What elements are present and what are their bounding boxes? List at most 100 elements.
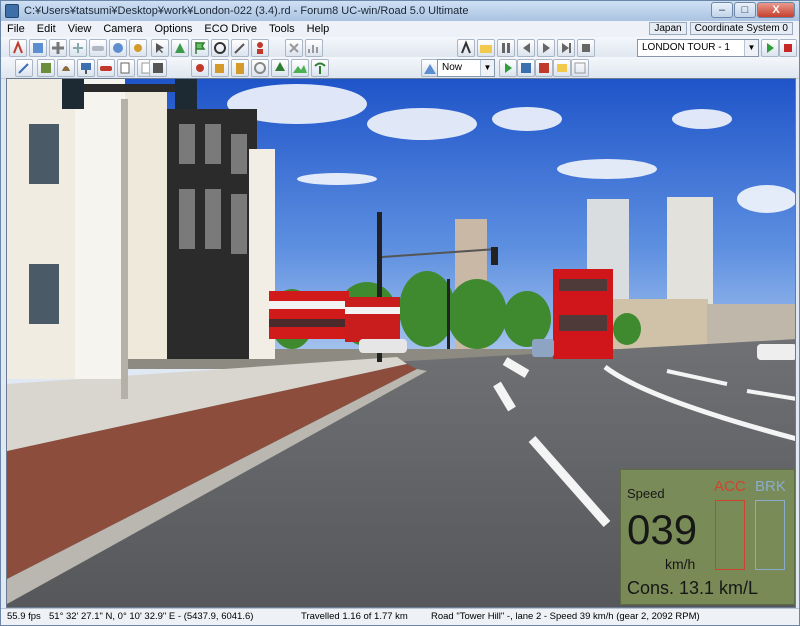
edit-tool-icon[interactable] xyxy=(15,59,33,77)
open-folder-icon[interactable] xyxy=(477,39,495,57)
red-bus xyxy=(345,297,400,342)
coordinate-system-button[interactable]: Coordinate System 0 xyxy=(689,22,793,35)
chevron-down-icon: ▼ xyxy=(744,40,758,56)
record-tool-icon[interactable] xyxy=(535,59,553,77)
maximize-button[interactable]: □ xyxy=(734,2,756,18)
brk-gauge xyxy=(755,500,785,570)
fps-readout: 55.9 fps xyxy=(7,611,41,622)
stop-scenario-icon[interactable] xyxy=(779,39,797,57)
title-bar: C:¥Users¥tatsumi¥Desktop¥work¥London-022… xyxy=(1,1,799,21)
window-controls: – □ X xyxy=(711,2,795,18)
rotate-tool-icon[interactable] xyxy=(251,59,269,77)
building-tool-icon[interactable] xyxy=(231,59,249,77)
lamp-head xyxy=(175,79,197,109)
play-sim-icon[interactable] xyxy=(499,59,517,77)
bell-tool-icon[interactable] xyxy=(57,59,75,77)
fuel-consumption: Cons. 13.1 km/L xyxy=(627,578,759,598)
app-window: C:¥Users¥tatsumi¥Desktop¥work¥London-022… xyxy=(0,0,800,626)
rewind-button-icon[interactable] xyxy=(517,39,535,57)
menu-edit[interactable]: Edit xyxy=(31,23,62,35)
bus-windows xyxy=(269,301,349,309)
run-scenario-icon[interactable] xyxy=(761,39,779,57)
delete-tool-icon[interactable] xyxy=(285,39,303,57)
bus-windows xyxy=(559,279,607,291)
toolbar-row-1: LONDON TOUR - 1 ▼ xyxy=(1,37,799,59)
red-bus xyxy=(269,291,349,339)
stop-button-icon[interactable] xyxy=(577,39,595,57)
car xyxy=(532,339,554,357)
sign-tool-icon[interactable] xyxy=(77,59,95,77)
cross-tool-icon[interactable] xyxy=(69,39,87,57)
play-button-icon[interactable] xyxy=(537,39,555,57)
traffic-tool-icon[interactable] xyxy=(191,59,209,77)
flag-tool-icon[interactable] xyxy=(191,39,209,57)
menu-eco-drive[interactable]: ECO Drive xyxy=(198,23,263,35)
move-tool-icon[interactable] xyxy=(109,39,127,57)
traffic-signal xyxy=(491,247,498,265)
menu-options[interactable]: Options xyxy=(148,23,198,35)
lamp-head xyxy=(62,79,84,109)
bus-windows xyxy=(345,307,400,314)
travelled-readout: Travelled 1.16 of 1.77 km xyxy=(301,611,408,622)
white-building xyxy=(75,79,125,379)
menu-help[interactable]: Help xyxy=(301,23,336,35)
lamp-post xyxy=(121,99,128,399)
menu-tools[interactable]: Tools xyxy=(263,23,301,35)
menu-camera[interactable]: Camera xyxy=(97,23,148,35)
road-tool-icon[interactable] xyxy=(9,39,27,57)
top-right-panel: Japan Coordinate System 0 xyxy=(649,22,793,35)
pen-tool-icon[interactable] xyxy=(231,39,249,57)
minimize-button[interactable]: – xyxy=(711,2,733,18)
menu-view[interactable]: View xyxy=(62,23,98,35)
settings-tool-icon[interactable] xyxy=(129,39,147,57)
palm-tool-icon[interactable] xyxy=(311,59,329,77)
copy-tool-icon[interactable] xyxy=(117,59,135,77)
pause-button-icon[interactable] xyxy=(497,39,515,57)
intersection-tool-icon[interactable] xyxy=(49,39,67,57)
terrain-tool-icon[interactable] xyxy=(29,39,47,57)
chevron-down-icon: ▼ xyxy=(480,60,494,76)
brk-label: BRK xyxy=(755,478,786,495)
grid-tool-icon[interactable] xyxy=(571,59,589,77)
speed-unit: km/h xyxy=(665,556,696,572)
chart-tool-icon[interactable] xyxy=(305,39,323,57)
app-logo-icon xyxy=(5,4,19,18)
region-button[interactable]: Japan xyxy=(649,22,687,35)
acc-label: ACC xyxy=(714,478,746,495)
cube-tool-icon[interactable] xyxy=(211,59,229,77)
scenario-select[interactable]: LONDON TOUR - 1 ▼ xyxy=(637,39,759,57)
tree-tool-icon[interactable] xyxy=(271,59,289,77)
tudor-building xyxy=(125,89,167,359)
select-tool-icon[interactable] xyxy=(151,39,169,57)
status-bar: 55.9 fps 51° 32' 27.1" N, 0° 10' 32.9" E… xyxy=(1,608,799,625)
camera-tool-icon[interactable] xyxy=(211,39,229,57)
speed-hud: Speed 039 km/h ACC BRK Cons. 13.1 km/L xyxy=(620,469,795,605)
vehicle-tool-icon[interactable] xyxy=(89,39,107,57)
coordinate-readout: 51° 32' 27.1" N, 0° 10' 32.9" E - (5437.… xyxy=(49,611,254,622)
bus-windows xyxy=(559,315,607,331)
photo-tool-icon[interactable] xyxy=(553,59,571,77)
toolbar-row-2: Now ▼ xyxy=(1,57,799,79)
road-readout: Road "Tower Hill" -, lane 2 - Speed 39 k… xyxy=(431,611,700,622)
speed-label: Speed xyxy=(627,486,665,501)
film-tool-icon[interactable] xyxy=(149,59,167,77)
traffic-pole xyxy=(447,279,450,349)
texture-tool-icon[interactable] xyxy=(37,59,55,77)
car xyxy=(757,344,795,360)
scenario-select-value: LONDON TOUR - 1 xyxy=(642,42,730,53)
time-select[interactable]: Now ▼ xyxy=(437,59,495,77)
car-tool-icon[interactable] xyxy=(97,59,115,77)
close-button[interactable]: X xyxy=(757,2,795,18)
drive-tool-icon[interactable] xyxy=(517,59,535,77)
acc-gauge xyxy=(715,500,745,570)
menu-file[interactable]: File xyxy=(1,23,31,35)
car xyxy=(359,339,407,353)
window-title: C:¥Users¥tatsumi¥Desktop¥work¥London-022… xyxy=(24,5,469,17)
forward-button-icon[interactable] xyxy=(557,39,575,57)
bus-windows xyxy=(269,319,349,327)
model-tool-icon[interactable] xyxy=(171,39,189,57)
script-tool-icon[interactable] xyxy=(457,39,475,57)
speed-value: 039 xyxy=(627,506,698,553)
person-tool-icon[interactable] xyxy=(251,39,269,57)
landscape-tool-icon[interactable] xyxy=(291,59,309,77)
